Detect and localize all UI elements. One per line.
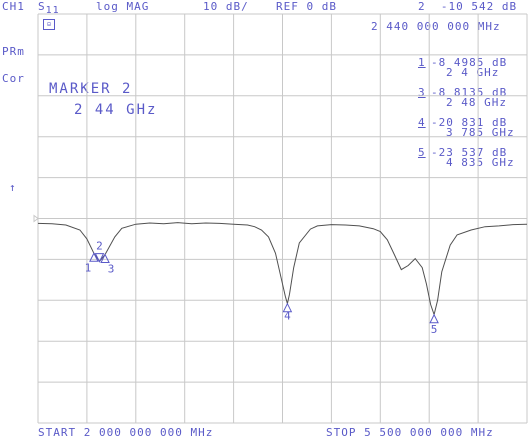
marker-label: 4 (284, 310, 291, 323)
reference-pointer-icon (33, 214, 39, 223)
marker-label: 3 (108, 263, 115, 276)
start-frequency: START 2 000 000 000 MHz (38, 426, 214, 439)
marker-label: 2 (96, 240, 103, 253)
stop-frequency: STOP 5 500 000 000 MHz (326, 426, 494, 439)
marker-label: 5 (431, 323, 438, 336)
s11-chart: 123 4 5 (33, 13, 528, 424)
marker-label: 1 (85, 261, 92, 274)
